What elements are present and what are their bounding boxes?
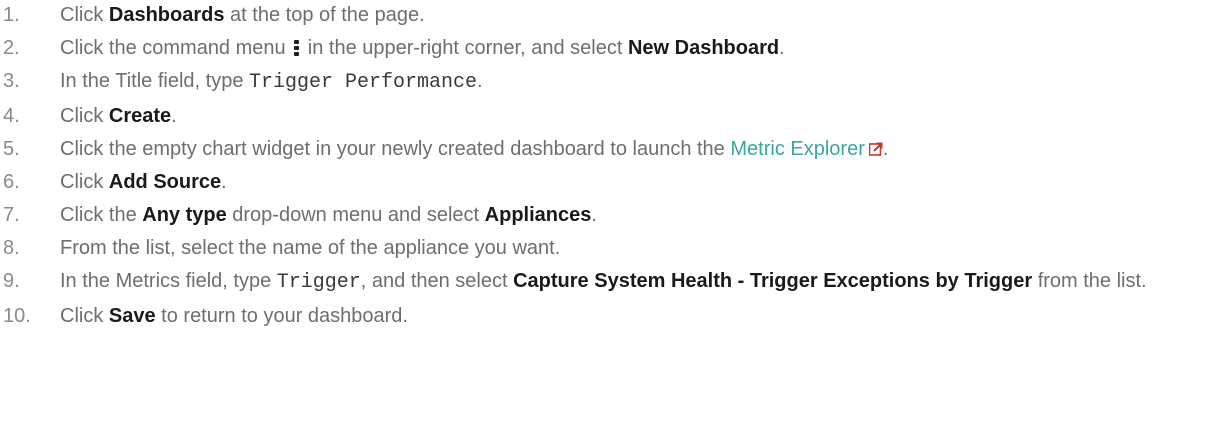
text-run: to return to your dashboard. [155, 305, 408, 327]
step-number: 4. [3, 105, 20, 127]
step-text: From the list, select the name of the ap… [60, 237, 560, 259]
step-number: 1. [3, 4, 20, 26]
step-9: 9. In the Metrics field, type Trigger, a… [0, 269, 1221, 295]
text-run: Click the command menu [60, 37, 292, 59]
step-text: Click Save to return to your dashboard. [60, 305, 408, 327]
step-5: 5. Click the empty chart widget in your … [0, 137, 1221, 161]
step-3: 3. In the Title field, type Trigger Perf… [0, 69, 1221, 95]
text-run: Click [60, 171, 109, 193]
text-run: from the list. [1032, 270, 1147, 292]
step-text: Click the empty chart widget in your new… [60, 138, 888, 160]
external-link-icon[interactable] [868, 142, 883, 156]
text-run: in the upper-right corner, and select [302, 37, 628, 59]
step-number: 9. [3, 270, 20, 292]
text-run: Click [60, 4, 109, 26]
text-run: . [477, 70, 483, 92]
ui-term-any-type: Any type [142, 204, 227, 226]
text-run: Click [60, 105, 109, 127]
step-number: 10. [3, 305, 31, 327]
code-trigger: Trigger [276, 271, 361, 294]
step-6: 6. Click Add Source. [0, 170, 1221, 194]
ui-term-add-source: Add Source [108, 171, 222, 193]
step-2: 2. Click the command menu in the upper-r… [0, 36, 1221, 60]
step-number: 7. [3, 204, 20, 226]
step-text: In the Title field, type Trigger Perform… [60, 70, 483, 94]
text-run: Click the [60, 204, 143, 226]
step-8: 8. From the list, select the name of the… [0, 236, 1221, 260]
step-7: 7. Click the Any type drop-down menu and… [0, 203, 1221, 227]
text-run: at the top of the page. [224, 4, 425, 26]
step-text: Click the Any type drop-down menu and se… [60, 204, 597, 226]
step-number: 8. [3, 237, 20, 259]
step-text: Click Add Source. [60, 171, 227, 193]
ui-term-dashboards: Dashboards [108, 4, 225, 26]
step-text: Click Create. [60, 105, 177, 127]
step-number: 5. [3, 138, 20, 160]
text-run: . [591, 204, 597, 226]
text-run: From the list, select the name of the ap… [60, 237, 561, 259]
step-number: 3. [3, 70, 20, 92]
step-10: 10. Click Save to return to your dashboa… [0, 304, 1221, 328]
step-number: 2. [3, 37, 20, 59]
ui-term-new-dashboard: New Dashboard [627, 37, 780, 59]
text-run: In the Title field, type [60, 70, 249, 92]
text-run: Click the empty chart widget in your new… [60, 138, 731, 160]
text-run: . [882, 138, 889, 160]
code-trigger-performance: Trigger Performance [249, 71, 478, 94]
ui-term-create: Create [108, 105, 172, 127]
kebab-menu-icon [294, 40, 300, 56]
ui-term-appliances: Appliances [484, 204, 592, 226]
text-run: , and then select [360, 270, 514, 292]
text-run: . [779, 37, 785, 59]
step-1: 1. Click Dashboards at the top of the pa… [0, 3, 1221, 27]
link-label: Metric Explorer [730, 138, 865, 160]
text-run: . [171, 105, 177, 127]
step-text: Click Dashboards at the top of the page. [60, 4, 425, 26]
text-run: In the Metrics field, type [60, 270, 277, 292]
text-run: Click [60, 305, 109, 327]
step-text: Click the command menu in the upper-righ… [60, 37, 785, 59]
step-text: In the Metrics field, type Trigger, and … [60, 270, 1147, 294]
ui-term-capture-system-health: Capture System Health - Trigger Exceptio… [513, 270, 1033, 292]
step-number: 6. [3, 171, 20, 193]
instruction-list: 1. Click Dashboards at the top of the pa… [0, 3, 1221, 328]
text-run: . [221, 171, 227, 193]
metric-explorer-link[interactable]: Metric Explorer [730, 138, 883, 160]
ui-term-save: Save [108, 305, 156, 327]
text-run: drop-down menu and select [226, 204, 485, 226]
step-4: 4. Click Create. [0, 104, 1221, 128]
